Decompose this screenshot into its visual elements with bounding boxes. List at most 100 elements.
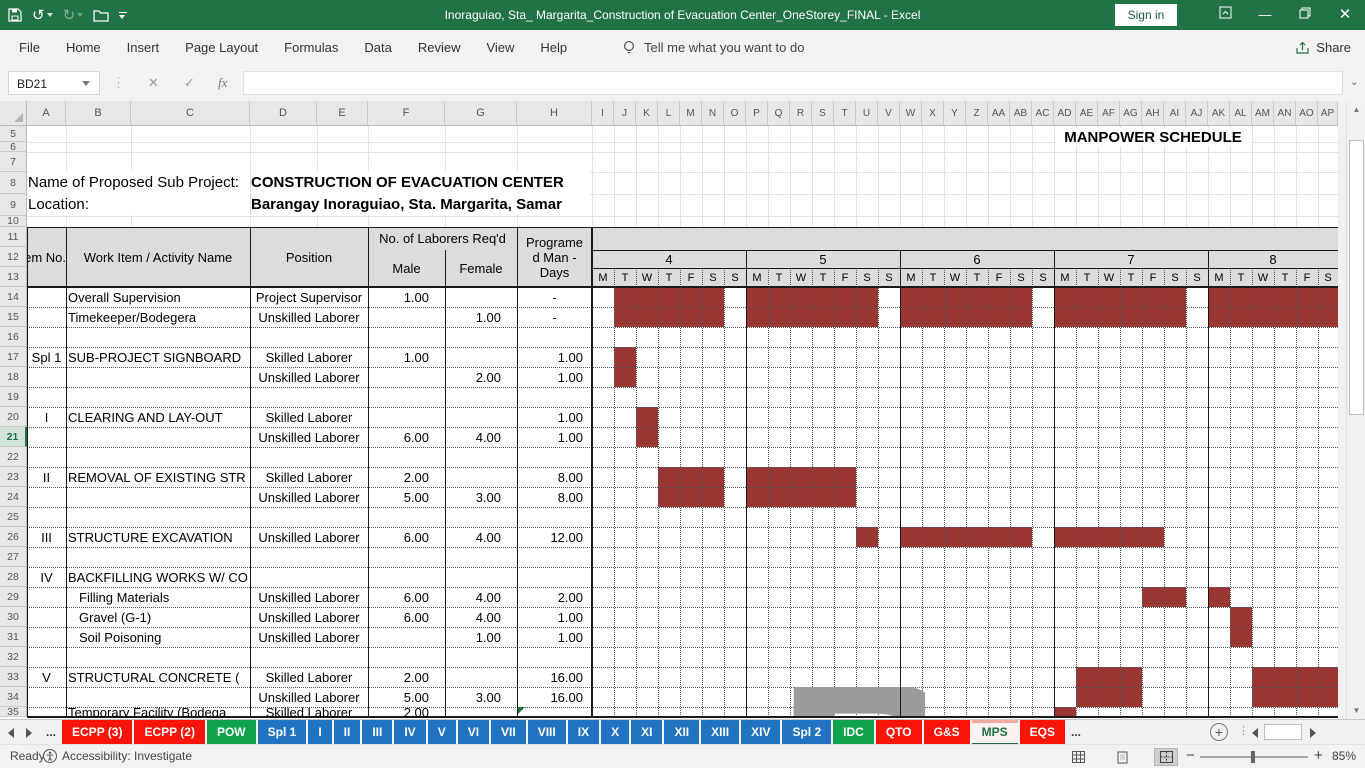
cell-position[interactable]: Unskilled Laborer (250, 587, 368, 607)
cell-work-item[interactable]: Soil Poisoning (66, 627, 250, 647)
row-header-28[interactable]: 28 (0, 567, 27, 587)
cell-position[interactable]: Skilled Laborer (250, 707, 368, 717)
cell-female[interactable]: 4.00 (445, 427, 517, 447)
sheet-tab-eqs[interactable]: EQS (1019, 720, 1065, 745)
row-header-30[interactable]: 30 (0, 607, 27, 627)
sheet-tab-xi[interactable]: XI (631, 720, 663, 745)
column-header-T[interactable]: T (834, 101, 856, 126)
cell-man-days[interactable]: 2.00 (517, 587, 592, 607)
sheet-tab-v[interactable]: V (427, 720, 456, 745)
row-header-16[interactable]: 16 (0, 327, 27, 347)
sheet-tab-viii[interactable]: VIII (527, 720, 566, 745)
cell-man-days[interactable]: - (517, 287, 592, 307)
tab-help[interactable]: Help (527, 30, 580, 65)
cell-position[interactable]: Unskilled Laborer (250, 627, 368, 647)
cell-male[interactable]: 2.00 (368, 707, 445, 717)
cell-position[interactable]: Skilled Laborer (250, 347, 368, 367)
column-header-E[interactable]: E (317, 101, 368, 126)
tab-view[interactable]: View (473, 30, 527, 65)
sheet-tab-ecpp2[interactable]: ECPP (2) (134, 720, 205, 745)
sheet-tab-vii[interactable]: VII (491, 720, 526, 745)
cell-male[interactable]: 2.00 (368, 667, 445, 687)
row-header-25[interactable]: 25 (0, 507, 27, 527)
normal-view-button[interactable] (1066, 748, 1090, 766)
column-header-AF[interactable]: AF (1098, 101, 1120, 126)
zoom-out-button[interactable]: − (1186, 747, 1195, 764)
cell-male[interactable]: 6.00 (368, 607, 445, 627)
column-header-AE[interactable]: AE (1076, 101, 1098, 126)
row-header-29[interactable]: 29 (0, 587, 27, 607)
vertical-scrollbar[interactable]: ▲ ▼ (1346, 101, 1365, 719)
open-folder-icon[interactable] (93, 9, 109, 22)
column-header-Q[interactable]: Q (768, 101, 790, 126)
row-header-22[interactable]: 22 (0, 447, 27, 467)
restore-button[interactable] (1285, 0, 1325, 30)
row-header-31[interactable]: 31 (0, 627, 27, 647)
cell-work-item[interactable]: STRUCTURE EXCAVATION (66, 527, 250, 547)
tab-insert[interactable]: Insert (114, 30, 173, 65)
cell-work-item[interactable]: CLEARING AND LAY-OUT (66, 407, 250, 427)
cell-male[interactable]: 1.00 (368, 287, 445, 307)
cell-male[interactable]: 5.00 (368, 487, 445, 507)
sheet-tab-ii[interactable]: II (333, 720, 361, 745)
cell-female[interactable]: 2.00 (445, 367, 517, 387)
sheet-tab-xiii[interactable]: XIII (701, 720, 740, 745)
cell-position[interactable]: Skilled Laborer (250, 667, 368, 687)
cell-man-days[interactable]: - (517, 307, 592, 327)
horizontal-scroll-thumb[interactable] (1264, 724, 1302, 740)
cell-man-days[interactable]: 1.00 (517, 627, 592, 647)
column-header-AP[interactable]: AP (1318, 101, 1338, 126)
cell-position[interactable]: Unskilled Laborer (250, 687, 368, 707)
cancel-icon[interactable]: ✕ (148, 71, 159, 95)
column-header-AL[interactable]: AL (1230, 101, 1252, 126)
cell-position[interactable]: Unskilled Laborer (250, 607, 368, 627)
column-header-F[interactable]: F (368, 101, 445, 126)
column-header-AD[interactable]: AD (1054, 101, 1076, 126)
sheet-tab-[interactable]: ... (1067, 720, 1085, 745)
row-header-23[interactable]: 23 (0, 467, 27, 487)
cell-man-days[interactable]: 1.00 (517, 427, 592, 447)
column-header-AA[interactable]: AA (988, 101, 1010, 126)
page-break-preview-button[interactable] (1154, 748, 1178, 766)
row-header-20[interactable]: 20 (0, 407, 27, 427)
row-header-27[interactable]: 27 (0, 547, 27, 567)
row-header-7[interactable]: 7 (0, 152, 27, 172)
column-header-Z[interactable]: Z (966, 101, 988, 126)
row-header-35[interactable]: 35 (0, 706, 27, 718)
sheet-tab-[interactable]: ... (42, 720, 60, 745)
tabs-scroll-right-icon[interactable] (26, 728, 32, 738)
tab-page-layout[interactable]: Page Layout (172, 30, 271, 65)
hscroll-left-icon[interactable] (1252, 728, 1258, 738)
row-header-26[interactable]: 26 (0, 527, 27, 547)
sheet-tab-iii[interactable]: III (362, 720, 393, 745)
customize-qat-icon[interactable] (119, 11, 128, 19)
cell-man-days[interactable]: 8.00 (517, 467, 592, 487)
hscroll-right-icon[interactable] (1310, 728, 1316, 738)
undo-button[interactable]: ↺ (32, 8, 53, 23)
cell-work-item[interactable]: Gravel (G-1) (66, 607, 250, 627)
row-header-8[interactable]: 8 (0, 172, 27, 194)
column-header-G[interactable]: G (445, 101, 517, 126)
cell-man-days[interactable]: 1.00 (517, 347, 592, 367)
cell-work-item[interactable]: REMOVAL OF EXISTING STR (66, 467, 250, 487)
scroll-up-icon[interactable]: ▲ (1347, 105, 1365, 114)
minimize-button[interactable]: ― (1245, 0, 1285, 30)
row-header-21[interactable]: 21 (0, 427, 27, 447)
tab-file[interactable]: File (6, 30, 53, 65)
column-header-S[interactable]: S (812, 101, 834, 126)
sheet-tab-qto[interactable]: QTO (875, 720, 922, 745)
ribbon-display-options-icon[interactable] (1205, 0, 1245, 30)
cell-work-item[interactable]: Timekeeper/Bodegera (66, 307, 250, 327)
column-header-AB[interactable]: AB (1010, 101, 1032, 126)
accessibility-icon[interactable] (42, 748, 58, 767)
column-header-D[interactable]: D (250, 101, 317, 126)
tab-review[interactable]: Review (405, 30, 474, 65)
cell-item-no[interactable]: IV (27, 567, 66, 587)
cell-work-item[interactable]: SUB-PROJECT SIGNBOARD (66, 347, 250, 367)
share-button[interactable]: Share (1295, 30, 1351, 65)
tabs-scroll-left-icon[interactable] (8, 728, 14, 738)
sheet-tab-pow[interactable]: POW (206, 720, 256, 745)
save-icon[interactable] (8, 8, 22, 22)
column-header-W[interactable]: W (900, 101, 922, 126)
sign-in-button[interactable]: Sign in (1115, 4, 1177, 26)
